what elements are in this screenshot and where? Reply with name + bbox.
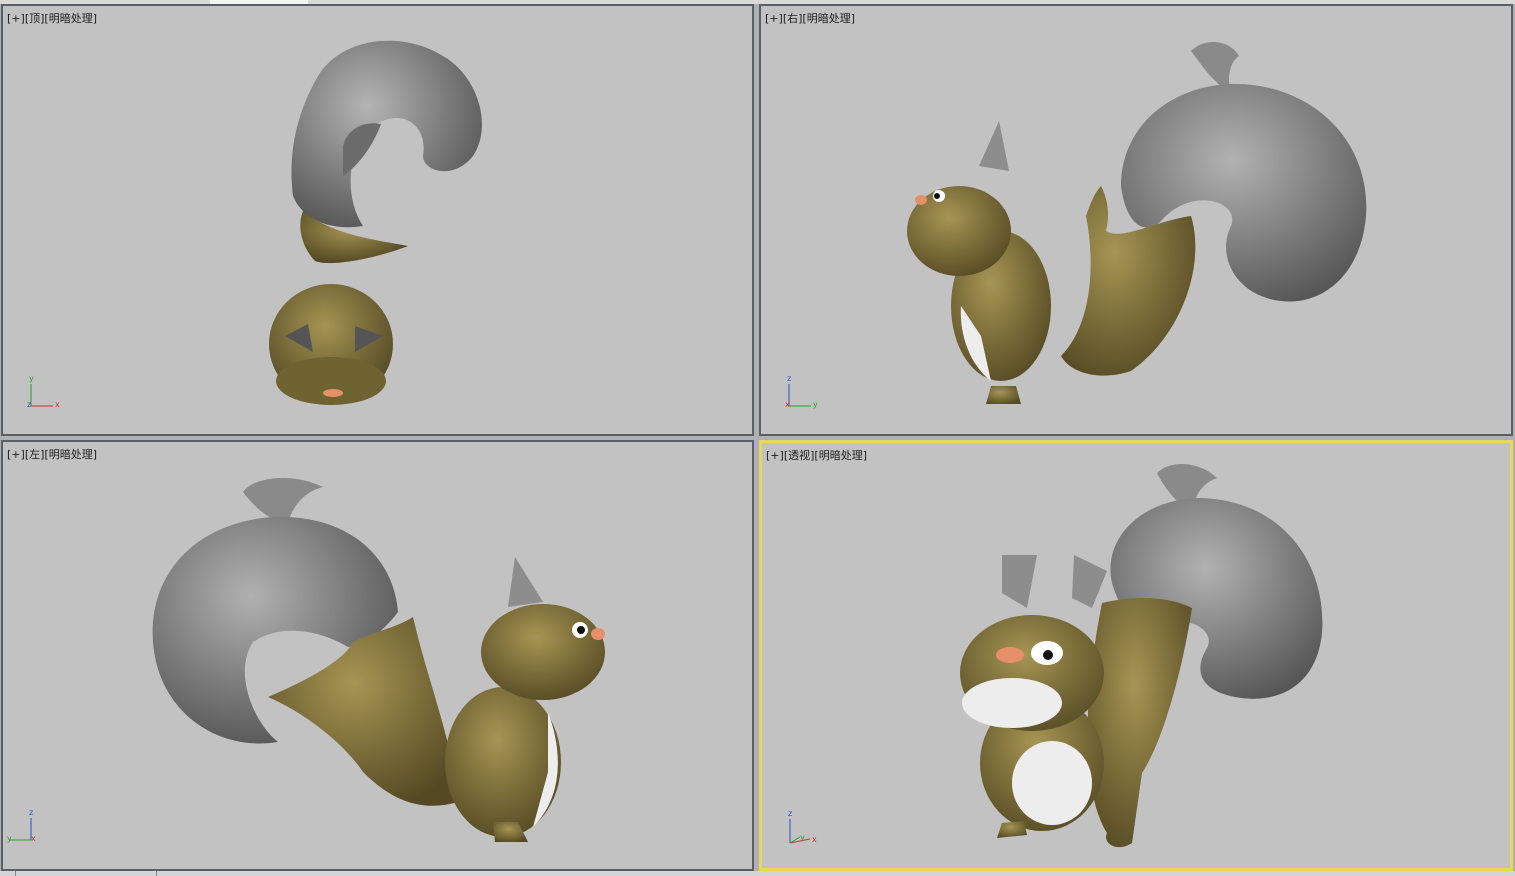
viewport-shading-menu[interactable]: 明暗处理 bbox=[49, 448, 93, 461]
viewport-view-menu[interactable]: 左 bbox=[29, 448, 40, 461]
axis-tripod-icon: z y x bbox=[7, 808, 36, 843]
squirrel-model-perspective-view bbox=[960, 463, 1323, 848]
viewport-plus-menu[interactable]: [+] bbox=[7, 448, 25, 461]
axis-tripod-icon: z x y bbox=[785, 374, 818, 409]
squirrel-model-left-view bbox=[152, 477, 605, 842]
axis-tripod-icon: y z x bbox=[27, 374, 60, 409]
viewport-right[interactable]: [+][右][明暗处理] z x y bbox=[759, 4, 1513, 436]
viewport-left[interactable]: [+][左][明暗处理] z y x bbox=[1, 440, 754, 871]
viewport-label[interactable]: [+][左][明暗处理] bbox=[7, 446, 97, 462]
viewport-shading-menu[interactable]: 明暗处理 bbox=[819, 449, 863, 462]
status-bar bbox=[0, 871, 1515, 876]
viewport-label[interactable]: [+][透视][明暗处理] bbox=[766, 447, 867, 463]
viewport-plus-menu[interactable]: [+] bbox=[765, 12, 783, 25]
squirrel-model-top-view bbox=[269, 40, 482, 405]
viewport-plus-menu[interactable]: [+] bbox=[766, 449, 784, 462]
viewport-view-menu[interactable]: 右 bbox=[787, 12, 798, 25]
squirrel-model-right-view bbox=[907, 41, 1367, 404]
viewport-label[interactable]: [+][右][明暗处理] bbox=[765, 10, 855, 26]
viewport-shading-menu[interactable]: 明暗处理 bbox=[807, 12, 851, 25]
viewport-view-menu[interactable]: 顶 bbox=[29, 12, 40, 25]
viewport-view-menu[interactable]: 透视 bbox=[788, 449, 810, 462]
viewport-top[interactable]: [+][顶][明暗处理] y z x bbox=[1, 4, 754, 436]
viewport-plus-menu[interactable]: [+] bbox=[7, 12, 25, 25]
viewport-label[interactable]: [+][顶][明暗处理] bbox=[7, 10, 97, 26]
viewport-shading-menu[interactable]: 明暗处理 bbox=[49, 12, 93, 25]
axis-tripod-icon: z y x bbox=[788, 809, 817, 844]
viewport-perspective[interactable]: [+][透视][明暗处理] z y x bbox=[759, 440, 1513, 871]
